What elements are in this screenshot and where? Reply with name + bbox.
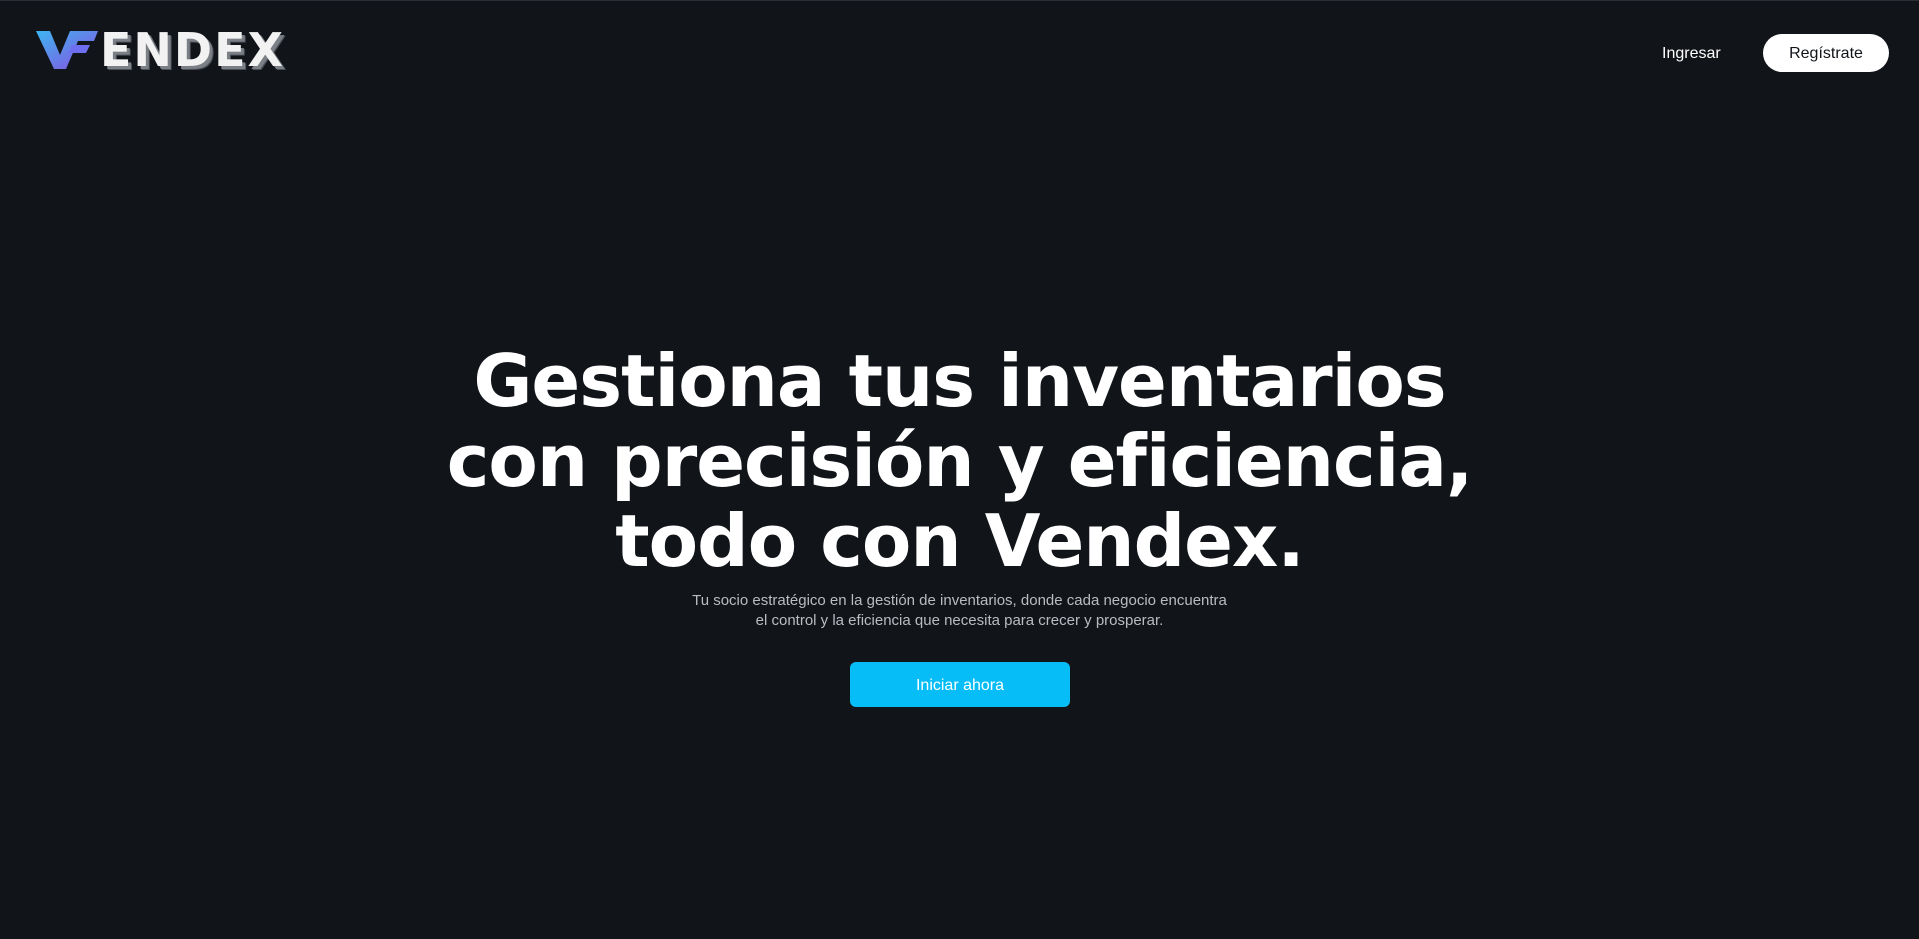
top-navbar: ENDEX Ingresar Regístrate	[0, 1, 1919, 101]
vendex-v-logo-icon	[36, 31, 98, 69]
hero-subtitle: Tu socio estratégico en la gestión de in…	[0, 591, 1919, 631]
hero-title-line: Gestiona tus inventarios	[473, 339, 1446, 423]
hero-title: Gestiona tus inventarios con precisión y…	[0, 341, 1919, 581]
start-now-button[interactable]: Iniciar ahora	[850, 662, 1070, 707]
register-button[interactable]: Regístrate	[1763, 34, 1889, 72]
hero-title-line: con precisión y eficiencia,	[446, 419, 1474, 503]
brand-name: ENDEX	[100, 23, 285, 77]
hero-subtitle-line: el control y la eficiencia que necesita …	[755, 612, 1164, 629]
hero-title-line: todo con Vendex.	[615, 499, 1304, 583]
landing-page: ENDEX Ingresar Regístrate Gestiona tus i…	[0, 0, 1919, 939]
login-link[interactable]: Ingresar	[1662, 42, 1721, 66]
brand-logo[interactable]: ENDEX	[36, 27, 285, 73]
hero-subtitle-line: Tu socio estratégico en la gestión de in…	[692, 592, 1227, 609]
